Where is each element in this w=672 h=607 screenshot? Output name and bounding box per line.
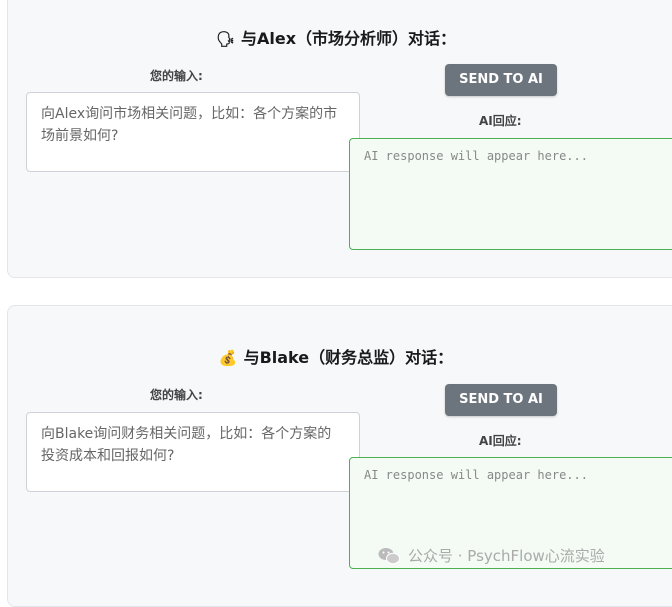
watermark-text: 公众号 · PsychFlow心流实验 bbox=[408, 547, 605, 565]
blake-response-label: AI回应: bbox=[479, 434, 522, 448]
blake-send-button[interactable]: SEND TO AI bbox=[445, 384, 557, 416]
alex-input-label: 您的输入: bbox=[150, 69, 203, 83]
wechat-icon bbox=[378, 547, 400, 564]
alex-input-field[interactable]: 向Alex询问市场相关问题，比如：各个方案的市场前景如何? bbox=[26, 92, 360, 172]
speaking-head-icon: 🗣 bbox=[215, 30, 235, 48]
alex-response-label: AI回应: bbox=[479, 114, 522, 128]
alex-chat-title: 🗣 与Alex（市场分析师）对话： bbox=[0, 25, 672, 49]
alex-send-button[interactable]: SEND TO AI bbox=[445, 64, 557, 96]
watermark: 公众号 · PsychFlow心流实验 bbox=[378, 545, 605, 566]
blake-input-field[interactable]: 向Blake询问财务相关问题，比如：各个方案的投资成本和回报如何? bbox=[26, 412, 360, 492]
alex-response-box[interactable]: AI response will appear here... bbox=[349, 138, 672, 250]
blake-chat-title: 💰 与Blake（财务总监）对话： bbox=[0, 344, 672, 368]
alex-title-text: 与Alex（市场分析师）对话： bbox=[241, 29, 457, 48]
money-bag-icon: 💰 bbox=[218, 349, 238, 367]
blake-title-text: 与Blake（财务总监）对话： bbox=[243, 348, 454, 367]
blake-input-label: 您的输入: bbox=[150, 388, 203, 402]
